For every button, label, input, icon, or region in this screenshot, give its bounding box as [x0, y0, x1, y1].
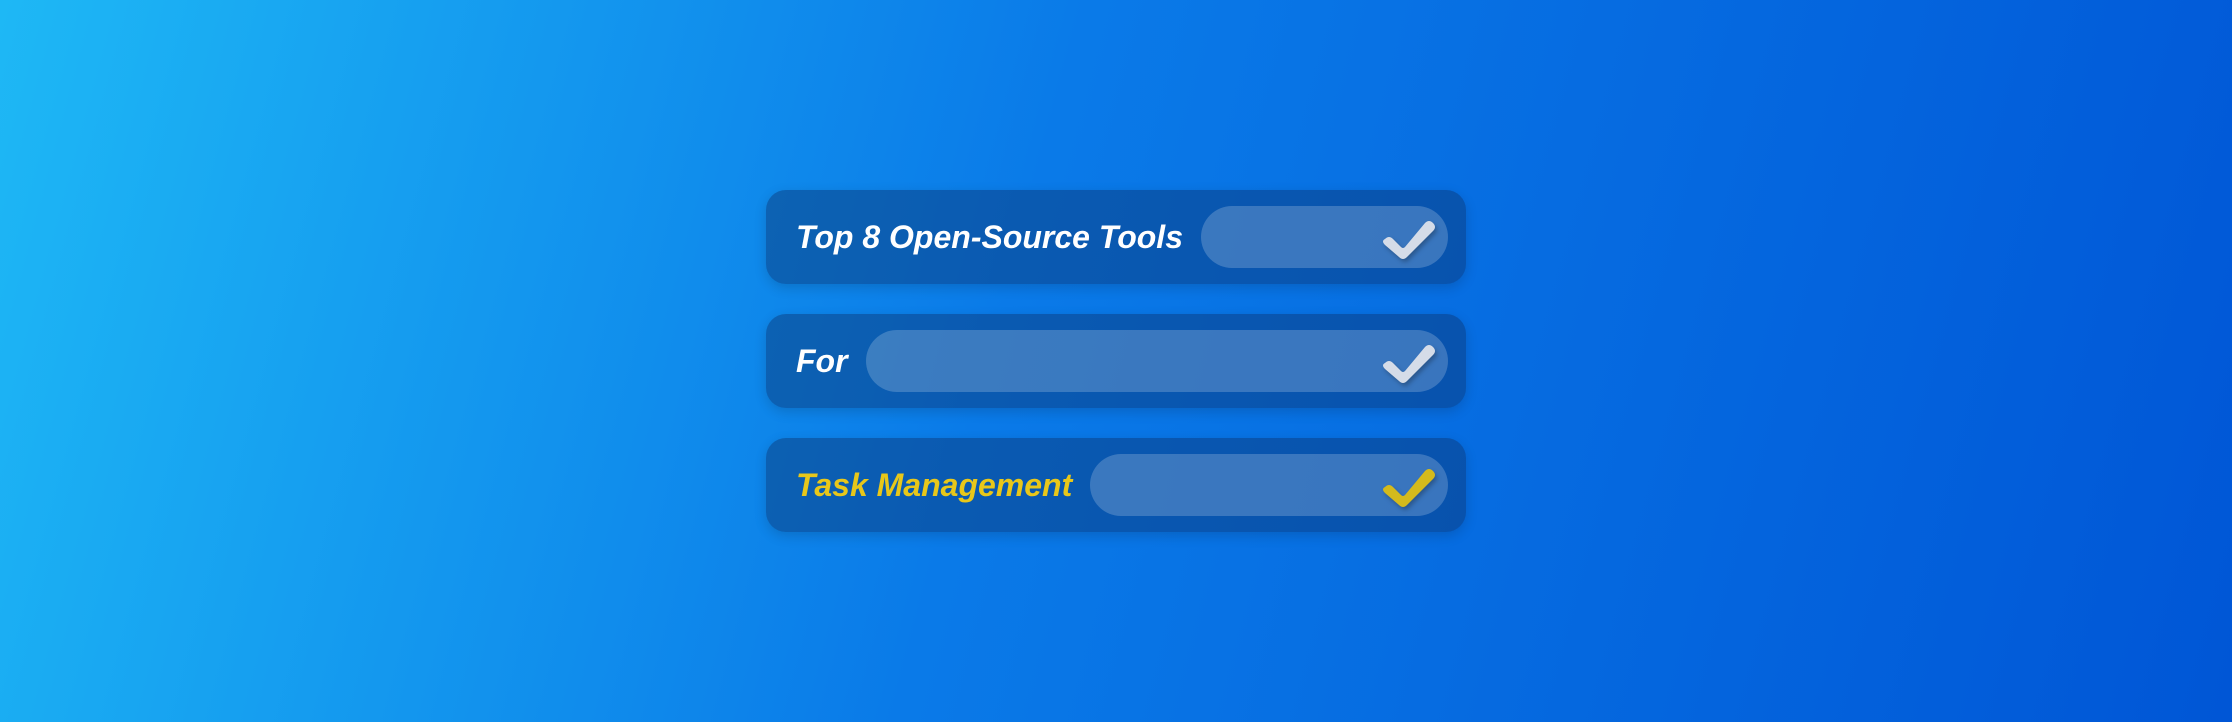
pill-label-3: Task Management: [796, 467, 1072, 504]
pill-row-3: Task Management: [766, 438, 1466, 532]
pill-track-1: [1201, 206, 1448, 268]
checkmark-icon: [1378, 337, 1440, 385]
pill-row-1: Top 8 Open-Source Tools: [766, 190, 1466, 284]
pill-track-3: [1090, 454, 1448, 516]
banner-container: Top 8 Open-Source Tools For Task Managem…: [766, 190, 1466, 532]
pill-label-2: For: [796, 343, 848, 380]
pill-label-1: Top 8 Open-Source Tools: [796, 219, 1183, 256]
checkmark-icon: [1378, 461, 1440, 509]
checkmark-icon: [1378, 213, 1440, 261]
pill-track-2: [866, 330, 1448, 392]
pill-row-2: For: [766, 314, 1466, 408]
